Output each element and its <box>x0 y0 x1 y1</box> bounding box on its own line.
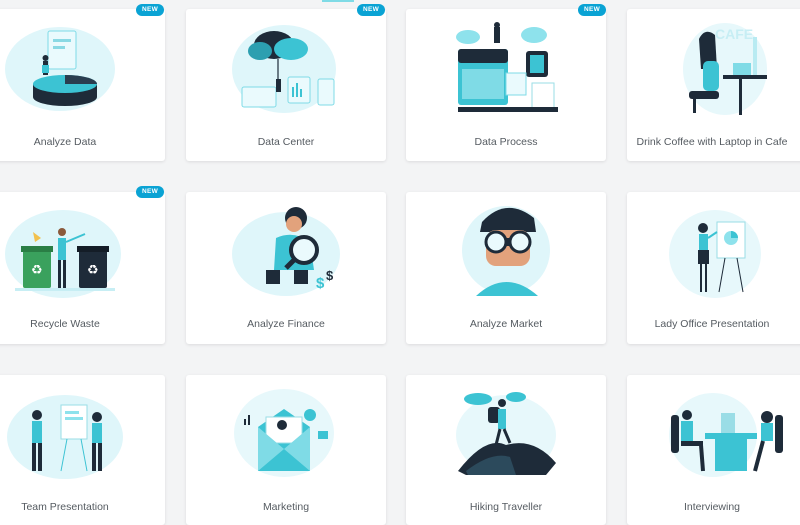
illustration-card-hiking-traveller[interactable]: Hiking Traveller <box>406 375 606 525</box>
svg-text:$: $ <box>316 275 325 292</box>
new-badge: NEW <box>578 4 607 16</box>
illustration-card-lady-office-presentation[interactable]: Lady Office Presentation <box>627 192 800 344</box>
card-title: Analyze Data <box>33 136 97 148</box>
hiking-traveller-illustration <box>406 375 606 485</box>
svg-text:$: $ <box>326 268 334 283</box>
illustration-card-interviewing[interactable]: Interviewing <box>627 375 800 525</box>
marketing-illustration <box>186 375 386 485</box>
new-badge: NEW <box>357 4 386 16</box>
illustration-card-team-presentation[interactable]: Team Presentation <box>0 375 165 525</box>
analyze-data-illustration <box>0 9 165 119</box>
svg-text:CAFE: CAFE <box>715 26 753 42</box>
card-title: Drink Coffee with Laptop in Cafe <box>636 136 788 148</box>
card-title: Lady Office Presentation <box>654 318 770 330</box>
card-title: Analyze Market <box>469 318 543 330</box>
analyze-market-illustration <box>406 192 606 302</box>
analyze-finance-illustration: $ $ <box>186 192 386 302</box>
illustration-card-analyze-market[interactable]: Analyze Market <box>406 192 606 344</box>
card-title: Data Center <box>257 136 315 148</box>
data-process-illustration <box>406 9 606 119</box>
lady-office-presentation-illustration <box>627 192 800 302</box>
data-center-illustration <box>186 9 386 119</box>
card-title: Recycle Waste <box>30 318 100 330</box>
interviewing-illustration <box>627 375 800 485</box>
illustration-card-marketing[interactable]: Marketing <box>186 375 386 525</box>
card-title: Marketing <box>262 501 310 513</box>
card-title: Team Presentation <box>21 501 109 513</box>
svg-text:♻: ♻ <box>31 263 43 278</box>
illustration-card-drink-coffee[interactable]: CAFE Drink Coffee with Laptop in Cafe <box>627 9 800 161</box>
illustration-card-analyze-data[interactable]: Analyze Data <box>0 9 165 161</box>
svg-text:♻: ♻ <box>87 263 99 278</box>
recycle-waste-illustration: ♻ ♻ <box>0 192 165 302</box>
illustration-card-data-center[interactable]: Data Center <box>186 9 386 161</box>
new-badge: NEW <box>136 186 165 198</box>
card-title: Hiking Traveller <box>469 501 543 513</box>
card-title: Data Process <box>474 136 538 148</box>
illustration-card-analyze-finance[interactable]: $ $ Analyze Finance <box>186 192 386 344</box>
illustration-card-data-process[interactable]: Data Process <box>406 9 606 161</box>
card-title: Interviewing <box>683 501 741 513</box>
illustration-card-recycle-waste[interactable]: ♻ ♻ Recycle Waste <box>0 192 165 344</box>
card-title: Analyze Finance <box>247 318 325 330</box>
team-presentation-illustration <box>0 375 165 485</box>
drink-coffee-illustration: CAFE <box>627 9 800 119</box>
top-accent-strip <box>322 0 354 2</box>
new-badge: NEW <box>136 4 165 16</box>
